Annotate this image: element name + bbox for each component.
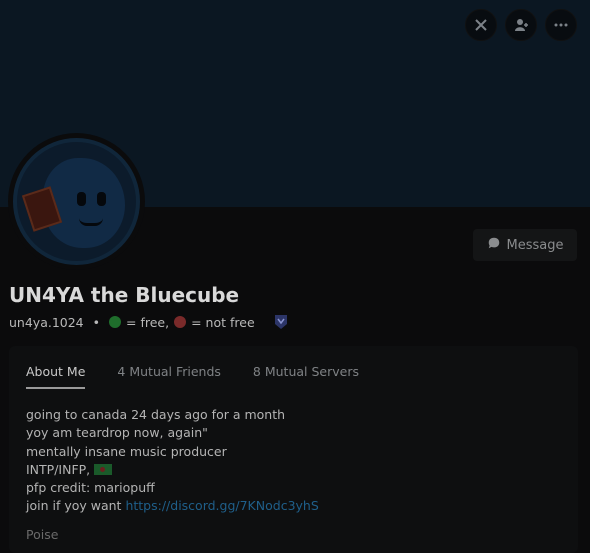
profile-subline: un4ya.1024 • = free, = not free <box>9 314 288 330</box>
bio-line: yoy am teardrop now, again" <box>26 425 208 441</box>
status-not-free-text: = not free <box>191 314 255 330</box>
discord-invite-link[interactable]: https://discord.gg/7KNodc3yhS <box>125 498 318 513</box>
chat-bubble-icon <box>487 236 501 254</box>
bio-line: pfp credit: mariopuff <box>26 480 155 496</box>
message-button-label: Message <box>506 237 564 253</box>
bio-line: Poise <box>26 526 59 542</box>
status-free-text: = free, <box>126 314 170 330</box>
tab-mutual-servers[interactable]: 8 Mutual Servers <box>253 364 359 387</box>
display-name: UN4YA the Bluecube <box>9 283 240 307</box>
bio-line: going to canada 24 days ago for a month <box>26 407 286 422</box>
no-games-icon[interactable] <box>465 9 497 41</box>
more-icon[interactable] <box>545 9 577 41</box>
profile-top-actions <box>465 9 577 41</box>
bio-line: INTP/INFP, <box>26 461 319 479</box>
avatar[interactable] <box>8 133 145 270</box>
about-me-text: going to canada 24 days ago for a month … <box>26 406 319 544</box>
profile-tabs: About Me 4 Mutual Friends 8 Mutual Serve… <box>26 364 359 389</box>
hypesquad-badge-icon[interactable] <box>274 314 288 330</box>
tab-about-me[interactable]: About Me <box>26 364 86 389</box>
bio-line: join if yoy want https://discord.gg/7KNo… <box>26 497 319 515</box>
no-entry-icon <box>174 316 187 328</box>
tab-mutual-friends[interactable]: 4 Mutual Friends <box>117 364 221 387</box>
add-friend-icon[interactable] <box>505 9 537 41</box>
avatar-image <box>13 138 140 265</box>
separator: • <box>92 314 101 330</box>
bio-line: mentally insane music producer <box>26 443 227 459</box>
profile-info-panel: About Me 4 Mutual Friends 8 Mutual Serve… <box>9 346 578 553</box>
bio-line-text: join if yoy want <box>26 498 122 514</box>
flag-icon <box>94 463 113 475</box>
message-button[interactable]: Message <box>473 229 577 261</box>
bio-line-text: INTP/INFP, <box>26 461 91 477</box>
green-circle-icon <box>109 316 122 328</box>
username[interactable]: un4ya.1024 <box>9 315 84 330</box>
